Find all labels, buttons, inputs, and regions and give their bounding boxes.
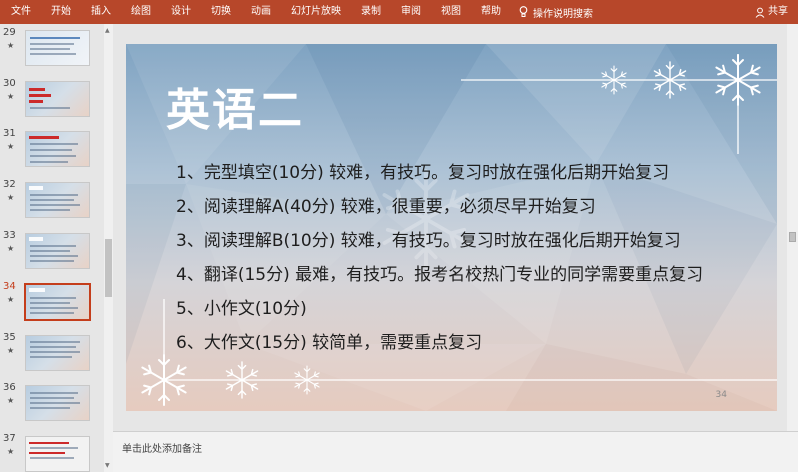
slide-number: 34 (3, 281, 16, 292)
list-item: 5、小作文(10分) (176, 299, 307, 319)
notes-pane[interactable]: 单击此处添加备注 (113, 431, 798, 472)
slide-number: 35 (3, 332, 16, 343)
animation-star-icon: ★ (7, 295, 15, 304)
tab-design[interactable]: 设计 (161, 0, 201, 24)
ribbon-tab-bar: 文件 开始 插入 绘图 设计 切换 动画 幻灯片放映 录制 审阅 视图 帮助 操… (0, 0, 798, 24)
scrollbar-thumb[interactable] (789, 232, 796, 242)
scroll-up-icon[interactable]: ▲ (105, 27, 110, 34)
slide-preview (25, 182, 90, 218)
slide-title: 英语二 (166, 85, 304, 136)
slide-preview (24, 283, 91, 321)
thumbnail-scrollbar[interactable]: ▲ ▼ (104, 24, 113, 472)
list-item: 4、翻译(15分) 最难，有技巧。报考名校热门专业的同学需要重点复习 (176, 265, 704, 285)
tab-home[interactable]: 开始 (41, 0, 81, 24)
tab-help[interactable]: 帮助 (471, 0, 511, 24)
share-label: 共享 (768, 6, 788, 17)
scroll-down-icon[interactable]: ▼ (105, 462, 110, 469)
slide-number: 29 (3, 27, 16, 38)
animation-star-icon: ★ (7, 244, 15, 253)
slide-number: 37 (3, 433, 16, 444)
slide-thumbnail[interactable]: 35 ★ (0, 332, 104, 382)
list-item: 3、阅读理解B(10分) 较难，有技巧。复习时放在强化后期开始复习 (176, 231, 681, 251)
tab-transitions[interactable]: 切换 (201, 0, 241, 24)
animation-star-icon: ★ (7, 41, 15, 50)
animation-star-icon: ★ (7, 193, 15, 202)
lightbulb-icon (519, 6, 528, 17)
share-button[interactable]: 共享 (755, 0, 788, 24)
slide-preview (25, 81, 90, 117)
tab-view[interactable]: 视图 (431, 0, 471, 24)
list-item: 1、完型填空(10分) 较难，有技巧。复习时放在强化后期开始复习 (176, 163, 670, 183)
tab-animations[interactable]: 动画 (241, 0, 281, 24)
slide-thumbnail-selected[interactable]: 34 ★ (0, 281, 104, 331)
slide-preview (25, 30, 90, 66)
slide-number: 30 (3, 78, 16, 89)
animation-star-icon: ★ (7, 92, 15, 101)
tell-me-label: 操作说明搜索 (533, 8, 593, 20)
tab-insert[interactable]: 插入 (81, 0, 121, 24)
slide-page-number: 34 (715, 390, 727, 400)
animation-star-icon: ★ (7, 447, 15, 456)
list-item: 2、阅读理解A(40分) 较难，很重要，必须尽早开始复习 (176, 197, 596, 217)
slide-thumbnail[interactable]: 36 ★ (0, 382, 104, 432)
slide-canvas[interactable]: 英语二 1、完型填空(10分) 较难，有技巧。复习时放在强化后期开始复习 2、阅… (126, 44, 777, 411)
person-icon (755, 7, 765, 18)
slide-thumbnail[interactable]: 32 ★ (0, 179, 104, 229)
animation-star-icon: ★ (7, 396, 15, 405)
tab-record[interactable]: 录制 (351, 0, 391, 24)
slide-thumbnail[interactable]: 33 ★ (0, 230, 104, 280)
tab-draw[interactable]: 绘图 (121, 0, 161, 24)
slide-editing-area: 英语二 1、完型填空(10分) 较难，有技巧。复习时放在强化后期开始复习 2、阅… (113, 24, 787, 431)
tab-file[interactable]: 文件 (0, 0, 41, 24)
tab-review[interactable]: 审阅 (391, 0, 431, 24)
animation-star-icon: ★ (7, 142, 15, 151)
slide-thumbnail[interactable]: 29 ★ (0, 27, 104, 77)
scrollbar-thumb[interactable] (105, 239, 112, 297)
slide-body-list: 1、完型填空(10分) 较难，有技巧。复习时放在强化后期开始复习 2、阅读理解A… (176, 156, 703, 360)
slide-number: 33 (3, 230, 16, 241)
slide-preview (25, 385, 90, 421)
slide-number: 36 (3, 382, 16, 393)
slide-preview (25, 436, 90, 472)
slide-thumbnail[interactable]: 31 ★ (0, 128, 104, 178)
tell-me-search[interactable]: 操作说明搜索 (511, 5, 593, 20)
slide-scrollbar[interactable] (787, 24, 798, 431)
slide-number: 31 (3, 128, 16, 139)
slide-number: 32 (3, 179, 16, 190)
list-item: 6、大作文(15分) 较简单，需要重点复习 (176, 333, 483, 353)
tab-slideshow[interactable]: 幻灯片放映 (281, 0, 351, 24)
notes-placeholder: 单击此处添加备注 (122, 444, 202, 455)
animation-star-icon: ★ (7, 346, 15, 355)
slide-preview (25, 131, 90, 167)
slide-preview (25, 335, 90, 371)
slide-preview (25, 233, 90, 269)
slide-thumbnail-pane: 29 ★ 30 ★ 31 ★ 32 ★ 33 ★ 34 ★ 35 ★ 36 ★ … (0, 24, 104, 472)
slide-thumbnail[interactable]: 37 ★ (0, 433, 104, 472)
slide-thumbnail[interactable]: 30 ★ (0, 78, 104, 128)
